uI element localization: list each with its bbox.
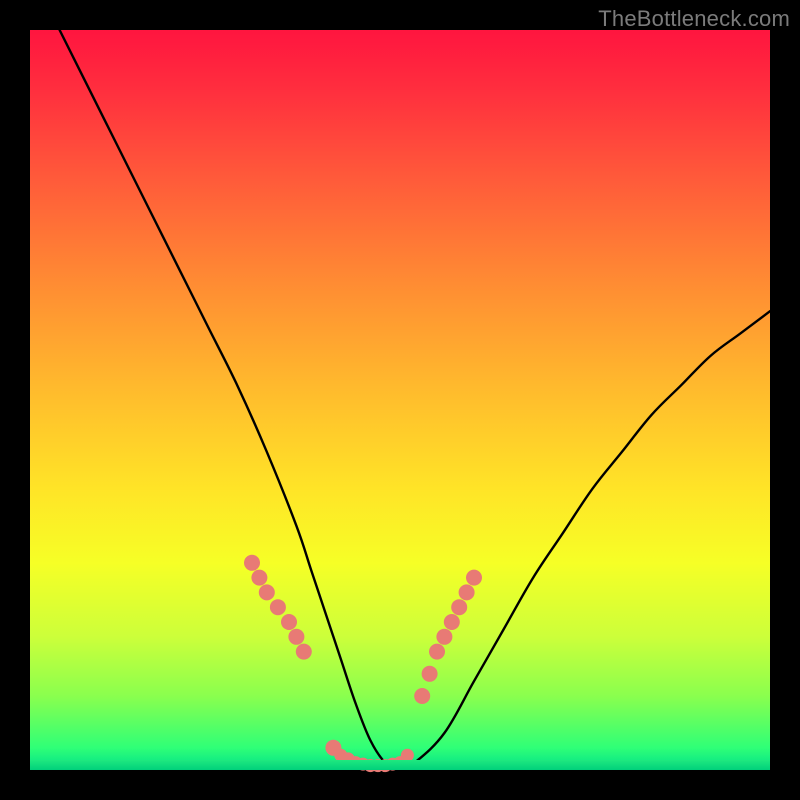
highlight-markers xyxy=(244,555,482,772)
highlight-dot xyxy=(422,666,438,682)
highlight-dot xyxy=(288,629,304,645)
curve-layer xyxy=(30,30,770,770)
highlight-dot xyxy=(296,644,312,660)
highlight-dot xyxy=(244,555,260,571)
highlight-dot xyxy=(451,599,467,615)
watermark-text: TheBottleneck.com xyxy=(598,6,790,32)
highlight-dot xyxy=(466,570,482,586)
highlight-dot xyxy=(429,644,445,660)
chart-stage: TheBottleneck.com xyxy=(0,0,800,800)
highlight-dot xyxy=(436,629,452,645)
highlight-dot xyxy=(379,759,392,772)
highlight-dot xyxy=(281,614,297,630)
highlight-dot xyxy=(444,614,460,630)
highlight-dot xyxy=(357,758,370,771)
highlight-dot xyxy=(251,570,267,586)
bottleneck-curve xyxy=(60,30,770,770)
highlight-dot xyxy=(401,749,414,762)
highlight-dot xyxy=(414,688,430,704)
highlight-dot xyxy=(270,599,286,615)
highlight-dot xyxy=(386,758,399,771)
highlight-dot xyxy=(349,756,362,769)
plot-area xyxy=(30,30,770,770)
highlight-dot xyxy=(459,584,475,600)
highlight-dot xyxy=(259,584,275,600)
